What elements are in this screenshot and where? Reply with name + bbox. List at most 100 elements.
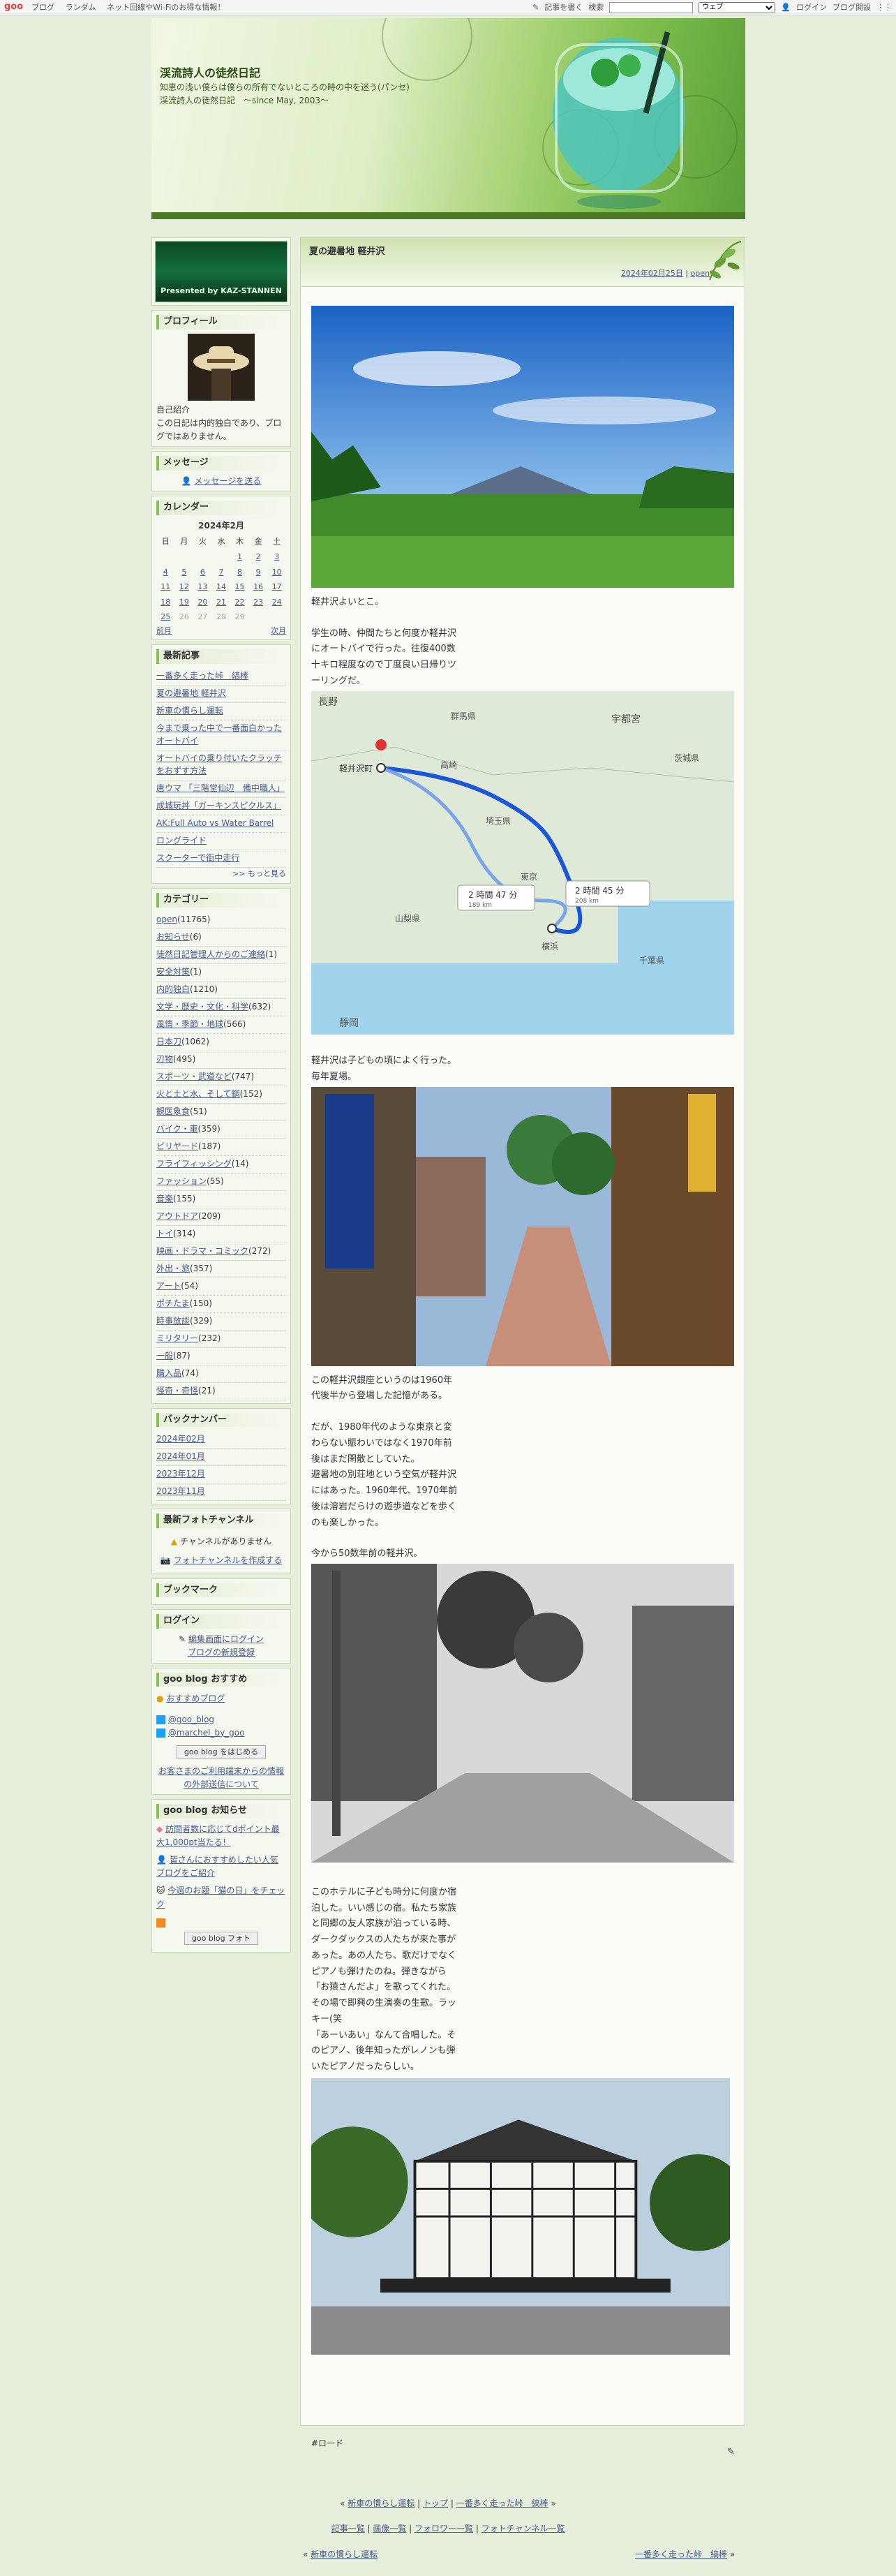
notice-link[interactable]: 訪問者数に応じてdポイント最大1,000pt当たる！ (156, 1824, 280, 1847)
bottom-prev-link[interactable]: 新車の慣らし運転 (311, 2549, 378, 2559)
edit-login-link[interactable]: 編集画面にログイン (188, 1634, 264, 1644)
new-blog-link[interactable]: ブログの新規登録 (188, 1648, 255, 1657)
cal-day[interactable]: 16 (253, 582, 263, 591)
cal-day[interactable]: 8 (237, 568, 242, 577)
backnumber-link[interactable]: 2024年02月 (156, 1434, 205, 1444)
category-link[interactable]: 安全対策 (156, 967, 190, 977)
category-link[interactable]: 購入品 (156, 1368, 181, 1378)
category-link[interactable]: ビリヤード (156, 1141, 198, 1151)
post-tag[interactable]: #ロード (311, 2437, 343, 2450)
backnumber-link[interactable]: 2024年01月 (156, 1451, 205, 1461)
cal-day[interactable]: 23 (253, 598, 263, 607)
category-link[interactable]: 外出・旅 (156, 1264, 190, 1273)
cal-day[interactable]: 22 (235, 598, 245, 607)
category-link[interactable]: 日本刀 (156, 1037, 181, 1046)
category-link[interactable]: 時事放談 (156, 1316, 190, 1326)
route-map[interactable]: 2 時間 47 分 189 km 2 時間 45 分 208 km 長野 宇都宮… (311, 690, 735, 1035)
search-input[interactable] (609, 1, 694, 13)
goo-photo-button[interactable]: goo blog フォト (184, 1931, 259, 1946)
recent-post-link[interactable]: 新車の慣らし運転 (156, 706, 223, 716)
category-link[interactable]: フライフィッシング (156, 1159, 232, 1169)
category-link[interactable]: お知らせ (156, 932, 190, 942)
follower-list-link[interactable]: フォロワー一覧 (415, 2524, 473, 2533)
category-link[interactable]: バイク・車 (156, 1124, 198, 1134)
category-link[interactable]: 観医象食 (156, 1106, 190, 1116)
notice-link[interactable]: 皆さんにおすすめしたい人気ブログをご紹介 (156, 1855, 278, 1878)
login-link[interactable]: ログイン (796, 1, 827, 14)
grid-menu-icon[interactable]: ⋮⋮ (876, 1, 892, 14)
start-blog-button[interactable]: goo blog をはじめる (176, 1745, 267, 1759)
category-link[interactable]: 文学・歴史・文化・科学 (156, 1002, 248, 1012)
calendar-next-link[interactable]: 次月 (271, 625, 286, 637)
recent-post-link[interactable]: 一番多く走った峠 縞棒 (156, 671, 248, 681)
category-link[interactable]: 火と土と水、そして鋼 (156, 1089, 240, 1099)
category-link[interactable]: 怪奇・奇怪 (156, 1386, 198, 1396)
cal-day[interactable]: 11 (160, 582, 170, 591)
cal-day[interactable]: 6 (200, 568, 205, 577)
cal-day[interactable]: 20 (197, 598, 207, 607)
cal-day[interactable]: 3 (274, 552, 279, 561)
cal-day[interactable]: 5 (181, 568, 186, 577)
photo-channel-list-link[interactable]: フォトチャンネル一覧 (481, 2524, 565, 2533)
recent-post-link[interactable]: 唐ウマ 「三階堂仙辺 備中職人」 (156, 783, 285, 793)
more-posts-link[interactable]: >> もっと見る (232, 869, 286, 878)
prev-post-link[interactable]: 新車の慣らし運転 (348, 2499, 415, 2508)
backnumber-link[interactable]: 2023年11月 (156, 1486, 205, 1496)
recent-post-link[interactable]: 成城玩丼「ガーキンスピクルス」 (156, 801, 281, 810)
recent-post-link[interactable]: ロングライド (156, 836, 207, 845)
cal-day[interactable]: 18 (160, 598, 170, 607)
recent-post-link[interactable]: AK:Full Auto vs Water Barrel (156, 818, 274, 828)
backnumber-link[interactable]: 2023年12月 (156, 1469, 205, 1479)
write-article-link[interactable]: 記事を書く (544, 1, 583, 14)
cal-day[interactable]: 7 (218, 568, 223, 577)
category-link[interactable]: スポーツ・武道など (156, 1072, 232, 1081)
rss-icon[interactable] (156, 1918, 165, 1927)
twitter-link[interactable]: @marchel_by_goo (168, 1728, 245, 1738)
cal-day[interactable]: 12 (179, 582, 189, 591)
recent-post-link[interactable]: 夏の避暑地 軽井沢 (156, 688, 226, 698)
recent-post-link[interactable]: 今まで乗った中で一番面白かったオートバイ (156, 723, 282, 746)
cal-day[interactable]: 4 (163, 568, 168, 577)
blog-banner[interactable]: Presented by KAZ-STANNEN (151, 237, 291, 306)
category-link[interactable]: トイ (156, 1229, 173, 1238)
post-date[interactable]: 2024年02月25日 (621, 269, 683, 278)
cal-day[interactable]: 10 (272, 568, 282, 577)
category-link[interactable]: open (156, 915, 177, 924)
category-link[interactable]: 刃物 (156, 1054, 173, 1064)
cal-day[interactable]: 14 (216, 582, 226, 591)
category-link[interactable]: ファッション (156, 1176, 207, 1186)
twitter-link[interactable]: @goo_blog (168, 1715, 214, 1724)
profile-avatar[interactable] (188, 333, 255, 401)
blog-title[interactable]: 渓流詩人の徒然日記 (160, 64, 260, 82)
topbar-link-blog[interactable]: ブログ (31, 3, 54, 12)
category-link[interactable]: 一般 (156, 1351, 173, 1361)
category-link[interactable]: 風情・季節・地球 (156, 1019, 223, 1029)
goo-logo[interactable]: goo (4, 0, 23, 15)
recommend-blog-link[interactable]: おすすめブログ (166, 1694, 225, 1703)
external-info-link[interactable]: お客さまのご利用端末からの情報の外部送信について (158, 1766, 284, 1789)
recent-post-link[interactable]: オートバイの乗り付いたクラッチをおずす方法 (156, 753, 282, 776)
cal-day[interactable]: 25 (160, 612, 170, 621)
cal-day[interactable]: 9 (256, 568, 261, 577)
top-link[interactable]: トップ (423, 2499, 448, 2508)
cal-day[interactable]: 21 (216, 598, 226, 607)
cal-day[interactable]: 2 (256, 552, 261, 561)
search-scope-select[interactable]: ウェブ (699, 1, 776, 13)
street-photo[interactable] (311, 1086, 734, 1366)
edit-pencil-icon[interactable]: ✎ (727, 2445, 735, 2460)
cal-day[interactable]: 24 (272, 598, 282, 607)
calendar-prev-link[interactable]: 前月 (156, 625, 172, 637)
category-link[interactable]: ミリタリー (156, 1333, 198, 1343)
cal-day[interactable]: 19 (179, 598, 189, 607)
bottom-next-link[interactable]: 一番多く走った峠 縞棒 (635, 2549, 727, 2559)
category-link[interactable]: 映画・ドラマ・コミック (156, 1246, 248, 1256)
send-message-link[interactable]: メッセージを送る (195, 476, 262, 486)
category-link[interactable]: 音楽 (156, 1194, 173, 1204)
article-list-link[interactable]: 記事一覧 (331, 2524, 365, 2533)
create-photo-channel-link[interactable]: フォトチャンネルを作成する (174, 1555, 283, 1565)
cal-day[interactable]: 1 (237, 552, 242, 561)
next-post-link[interactable]: 一番多く走った峠 縞棒 (456, 2499, 548, 2508)
notice-link[interactable]: 今週のお題「猫の日」をチェック (156, 1886, 285, 1909)
image-list-link[interactable]: 画像一覧 (373, 2524, 406, 2533)
category-link[interactable]: 徒然日記管理人からのご連絡 (156, 949, 265, 959)
